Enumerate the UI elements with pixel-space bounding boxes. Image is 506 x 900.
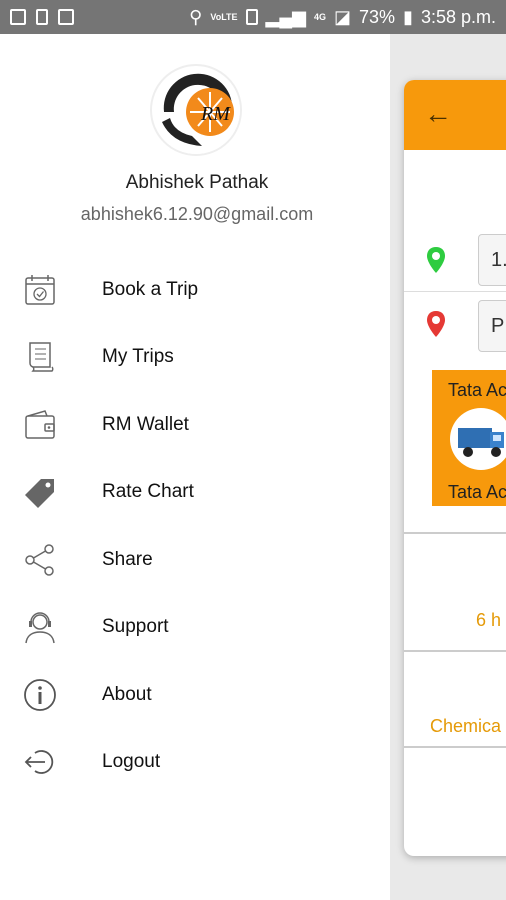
menu-item-my-trips[interactable]: My Trips — [0, 324, 390, 392]
drop-input[interactable]: P — [478, 300, 506, 352]
signal-bars-icon-2: ◪ — [334, 6, 352, 27]
calendar-icon — [22, 272, 58, 308]
menu-item-about[interactable]: About — [0, 661, 390, 729]
menu-label: Book a Trip — [102, 278, 199, 300]
support-agent-icon — [22, 609, 58, 645]
menu-label: My Trips — [102, 346, 174, 368]
divider — [404, 650, 506, 652]
menu-label: Rate Chart — [102, 481, 194, 503]
duration-text: 6 h — [476, 610, 502, 630]
location-section: 1. P — [404, 150, 506, 352]
logout-icon — [22, 744, 58, 780]
vehicle-name: Tata Ac — [448, 380, 506, 400]
menu-label: About — [102, 683, 152, 705]
booking-header: ← — [404, 80, 506, 150]
network-type: 4G — [313, 11, 326, 22]
pickup-input[interactable]: 1. — [478, 234, 506, 286]
user-name: Abhishek Pathak — [125, 172, 269, 193]
vehicle-option[interactable]: Tata Ac Tata Ac — [432, 370, 506, 506]
vehicle-name-secondary: Tata Ac — [448, 482, 506, 502]
clock: 3:58 p.m. — [420, 6, 496, 27]
price-tag-icon — [22, 474, 58, 510]
menu-label: RM Wallet — [102, 413, 189, 435]
info-icon — [22, 677, 58, 713]
image-notification-icon — [10, 9, 26, 25]
pickup-pin-icon — [427, 247, 445, 273]
menu-item-share[interactable]: Share — [0, 526, 390, 594]
menu-item-logout[interactable]: Logout — [0, 729, 390, 797]
menu-label: Support — [102, 616, 169, 638]
truck-icon — [450, 408, 506, 470]
menu-item-book-a-trip[interactable]: Book a Trip — [0, 256, 390, 324]
divider — [404, 746, 506, 748]
avatar-monogram: RM — [200, 103, 231, 125]
wallet-icon — [22, 407, 58, 443]
wifi-notification-icon — [58, 9, 74, 25]
menu-item-support[interactable]: Support — [0, 594, 390, 662]
user-email: abhishek6.12.90@gmail.com — [80, 204, 314, 224]
background-booking-card: ← 1. P Tata Ac Tata Ac 6 h Chemica — [404, 80, 506, 856]
avatar[interactable]: RM — [150, 64, 242, 156]
goods-type-text: Chemica — [430, 716, 502, 736]
location-icon: ⚲ — [189, 6, 203, 27]
navigation-drawer: RM Abhishek Pathak abhishek6.12.90@gmail… — [0, 34, 390, 900]
divider — [404, 532, 506, 534]
menu-item-rate-chart[interactable]: Rate Chart — [0, 459, 390, 527]
status-bar: ⚲ VoLTE ▂▄▆ 4G ◪ 73% ▮ 3:58 p.m. — [0, 0, 506, 34]
back-arrow-icon[interactable]: ← — [424, 98, 452, 130]
share-icon — [22, 542, 58, 578]
drawer-menu: Book a Trip My Trips RM Wallet Rate Char… — [0, 256, 390, 796]
lock-notification-icon — [36, 9, 48, 25]
menu-label: Logout — [102, 751, 161, 773]
sim-icon — [245, 9, 258, 25]
scroll-icon — [22, 339, 58, 375]
battery-icon: ▮ — [403, 6, 413, 27]
drop-pin-icon — [427, 311, 445, 337]
menu-label: Share — [102, 548, 153, 570]
volte-tag: VoLTE — [210, 11, 238, 22]
battery-percent: 73% — [359, 6, 396, 27]
menu-item-rm-wallet[interactable]: RM Wallet — [0, 391, 390, 459]
signal-bars-icon: ▂▄▆ — [265, 6, 306, 27]
